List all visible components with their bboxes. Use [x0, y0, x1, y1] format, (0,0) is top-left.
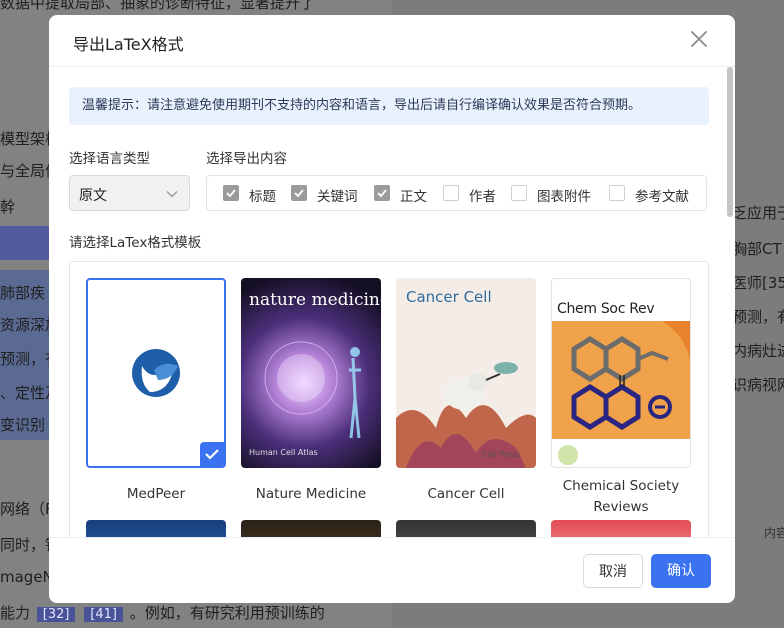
checkbox-empty-icon	[511, 185, 527, 201]
language-select-value: 原文	[79, 188, 107, 204]
content-label: 选择导出内容	[206, 151, 287, 167]
template-cover-next[interactable]	[396, 520, 536, 537]
dialog-footer: 取消 确认	[49, 537, 735, 603]
dialog-header: 导出LaTeX格式	[49, 15, 735, 67]
checkbox-label: 标题	[249, 189, 276, 205]
template-cover-next[interactable]	[86, 520, 226, 537]
template-cover-next[interactable]	[241, 520, 381, 537]
export-latex-dialog: 导出LaTeX格式 温馨提示：请注意避免使用期刊不支持的内容和语言，导出后请自行…	[49, 15, 735, 603]
language-label: 选择语言类型	[69, 151, 150, 167]
cover-art	[552, 321, 690, 465]
bg-line-part: 能力	[0, 604, 31, 622]
checkbox-checked-icon	[223, 185, 239, 201]
cover-art	[264, 341, 361, 439]
bg-line: 网络（R	[0, 500, 56, 518]
checkbox-label: 图表附件	[537, 189, 591, 205]
dialog-title: 导出LaTeX格式	[73, 35, 184, 54]
template-cover: Chem Soc Rev	[551, 278, 691, 468]
template-cover: Cancer Cell Cell Press	[396, 278, 536, 468]
bg-line: 预测，有	[732, 308, 784, 326]
bg-line: 胸部CT	[732, 240, 782, 258]
checkbox-label: 作者	[469, 189, 496, 205]
checkbox-label: 参考文献	[635, 189, 689, 205]
template-cover: nature medicine Human Cell Atlas	[241, 278, 381, 468]
cover-caption: Cell Press	[482, 450, 521, 459]
chevron-down-icon	[166, 191, 178, 198]
checkbox-label: 关键词	[317, 189, 358, 205]
bg-line: 乏应用于	[732, 204, 784, 222]
checkbox-empty-icon	[443, 185, 459, 201]
template-name: MedPeer	[126, 486, 186, 502]
template-label: 请选择LaTex格式模板	[69, 235, 202, 251]
checkbox-checked-icon	[291, 185, 307, 201]
bg-line: 变识别	[0, 416, 46, 434]
language-select[interactable]: 原文	[69, 175, 190, 211]
cover-art	[396, 362, 536, 468]
selected-check-icon	[200, 442, 224, 466]
export-content-group: 标题 关键词 正文 作者 图表附件 参考文献	[206, 175, 707, 211]
close-icon	[691, 31, 707, 47]
bg-line: 医师[35]	[732, 274, 784, 292]
checkbox-label: 正文	[400, 189, 427, 205]
close-button[interactable]	[687, 27, 711, 51]
template-name: Cancer Cell	[427, 486, 505, 502]
template-name: Chemical Society Reviews	[562, 478, 680, 515]
checkbox-empty-icon	[609, 185, 625, 201]
citation-badge[interactable]: [32]	[36, 607, 76, 622]
bg-line: 能力 [32] [41] 。例如，有研究利用预训练的	[0, 602, 325, 623]
bg-line-part: 。例如，有研究利用预训练的	[129, 604, 325, 622]
bg-line: 识病视网	[732, 376, 784, 394]
template-grid: MedPeer nature medicine Human Cell Atlas…	[69, 261, 709, 537]
citation-badge[interactable]: [41]	[84, 607, 123, 622]
dialog-body: 温馨提示：请注意避免使用期刊不支持的内容和语言，导出后请自行编译确认效果是否符合…	[49, 67, 735, 537]
bg-line: 内病灶进	[732, 342, 784, 360]
template-cover	[86, 278, 226, 468]
template-cover-next[interactable]	[551, 520, 691, 537]
medpeer-logo-icon	[132, 349, 180, 397]
cover-caption: Human Cell Atlas	[249, 448, 318, 457]
bg-line: 肺部疾	[0, 284, 46, 302]
cancel-button[interactable]: 取消	[583, 554, 643, 588]
bg-panel-label: 内容	[764, 526, 784, 540]
bg-line: 幹	[0, 198, 16, 216]
confirm-button[interactable]: 确认	[651, 554, 711, 588]
bg-line: 数据中提取局部、抽象的诊断特征，显著提升了	[0, 0, 316, 12]
warning-tip: 温馨提示：请注意避免使用期刊不支持的内容和语言，导出后请自行编译确认效果是否符合…	[69, 87, 709, 125]
template-name: Nature Medicine	[255, 486, 367, 502]
checkbox-checked-icon	[374, 185, 390, 201]
dialog-scrollbar[interactable]	[727, 67, 733, 217]
